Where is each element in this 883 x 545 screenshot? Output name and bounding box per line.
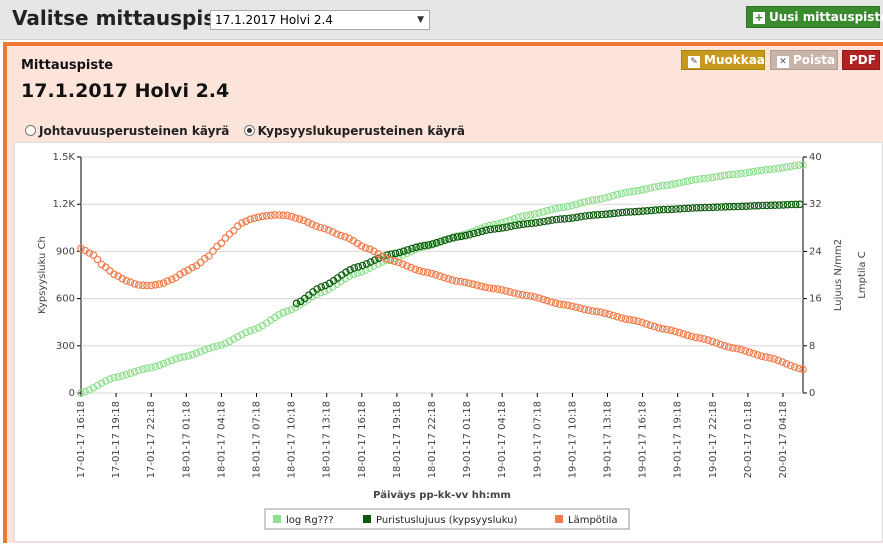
x-tick-label: 19-01-17 10:18 [567, 401, 578, 478]
plus-icon: + [753, 11, 765, 24]
chevron-down-icon: ▼ [417, 15, 424, 25]
x-tick-label: 19-01-17 22:18 [708, 401, 719, 478]
y-right-tick-label: 32 [809, 199, 822, 210]
legend-swatch [273, 515, 281, 523]
y-right-tick-label: 0 [809, 388, 815, 399]
radio-circle-conductivity[interactable] [25, 125, 36, 136]
y-left-tick-label: 1.5K [53, 152, 76, 163]
x-tick-label: 17-01-17 16:18 [76, 401, 87, 478]
x-tick-label: 19-01-17 04:18 [497, 401, 508, 478]
pencil-icon: ✎ [688, 56, 700, 68]
legend-swatch [363, 515, 371, 523]
y-right-tick-label: 8 [809, 341, 815, 352]
y-left-tick-label: 1.2K [53, 199, 76, 210]
close-icon: ✕ [777, 56, 789, 68]
x-tick-label: 19-01-17 19:18 [673, 401, 684, 478]
x-tick-label: 19-01-17 13:18 [603, 401, 614, 478]
x-tick-label: 18-01-17 13:18 [322, 401, 333, 478]
x-tick-label: 18-01-17 01:18 [181, 401, 192, 478]
y-right-axis-title-2: Lmptila C [857, 251, 868, 298]
legend-swatch [555, 515, 563, 523]
y-left-tick-label: 900 [56, 246, 75, 257]
chart-container: 0 300 600 900 1.2K 1.5K 0 8 16 24 32 40 17-01-17 16:… [14, 142, 883, 542]
x-tick-label: 17-01-17 19:18 [111, 401, 122, 478]
y-left-tick-label: 0 [69, 388, 75, 399]
y-left-axis-title: Kypsyysluku Ch [37, 236, 48, 314]
edit-button[interactable]: ✎ Muokkaa [681, 50, 765, 70]
x-tick-label: 18-01-17 22:18 [427, 401, 438, 478]
x-tick-label: 19-01-17 07:18 [532, 401, 543, 478]
radio-conductivity[interactable]: Johtavuusperusteinen käyrä [25, 124, 229, 138]
measurement-point-select[interactable]: 17.1.2017 Holvi 2.4 ▼ [210, 10, 430, 30]
maturity-chart: 0 300 600 900 1.2K 1.5K 0 8 16 24 32 40 17-01-17 16:… [37, 152, 868, 530]
legend-label: Lämpötila [568, 515, 618, 526]
x-tick-label: 18-01-17 19:18 [392, 401, 403, 478]
x-tick-label: 17-01-17 22:18 [146, 401, 157, 478]
radio-maturity[interactable]: Kypsyyslukuperusteinen käyrä [243, 124, 465, 138]
top-bar: Valitse mittauspiste: 17.1.2017 Holvi 2.… [0, 0, 883, 40]
legend-label: Puristuslujuus (kypsyysluku) [376, 515, 518, 526]
new-measurement-point-button[interactable]: + Uusi mittauspiste [746, 6, 883, 28]
section-label: Mittauspiste [21, 58, 114, 73]
y-right-axis-title-1: Lujuus N/mm2 [833, 239, 844, 311]
measurement-panel: Mittauspiste 17.1.2017 Holvi 2.4 ✎ Muokka… [3, 42, 883, 543]
x-tick-label: 19-01-17 01:18 [462, 401, 473, 478]
x-tick-label: 20-01-17 01:18 [743, 401, 754, 478]
radio-circle-maturity[interactable] [243, 125, 255, 136]
delete-button-label: Poista [793, 53, 836, 67]
pdf-button-label: PDF [849, 53, 876, 67]
y-left-tick-label: 600 [56, 294, 75, 305]
pdf-button[interactable]: PDF [842, 50, 880, 70]
legend-label: log Rg??? [286, 515, 334, 526]
select-value: 17.1.2017 Holvi 2.4 [215, 13, 333, 27]
y-right-tick-label: 40 [809, 152, 822, 163]
y-left-tick-label: 300 [56, 341, 75, 352]
x-tick-label: 20-01-17 04:18 [778, 401, 789, 478]
delete-button[interactable]: ✕ Poista [770, 50, 838, 70]
y-right-tick-label: 24 [809, 246, 822, 257]
new-button-label: Uusi mittauspiste [769, 10, 883, 24]
edit-button-label: Muokkaa [704, 53, 765, 67]
radio-label-conductivity: Johtavuusperusteinen käyrä [39, 124, 230, 138]
radio-label-maturity: Kypsyyslukuperusteinen käyrä [257, 124, 465, 138]
curve-type-radios: Johtavuusperusteinen käyrä Kypsyyslukupe… [25, 124, 475, 138]
y-right-tick-label: 16 [809, 294, 822, 305]
x-tick-label: 18-01-17 10:18 [287, 401, 298, 478]
x-tick-label: 18-01-17 07:18 [252, 401, 263, 478]
x-tick-label: 19-01-17 16:18 [638, 401, 649, 478]
x-tick-label: 18-01-17 04:18 [216, 401, 227, 478]
x-axis-title: Päiväys pp-kk-vv hh:mm [373, 490, 511, 501]
x-tick-label: 18-01-17 16:18 [357, 401, 368, 478]
page-title: 17.1.2017 Holvi 2.4 [21, 80, 230, 102]
